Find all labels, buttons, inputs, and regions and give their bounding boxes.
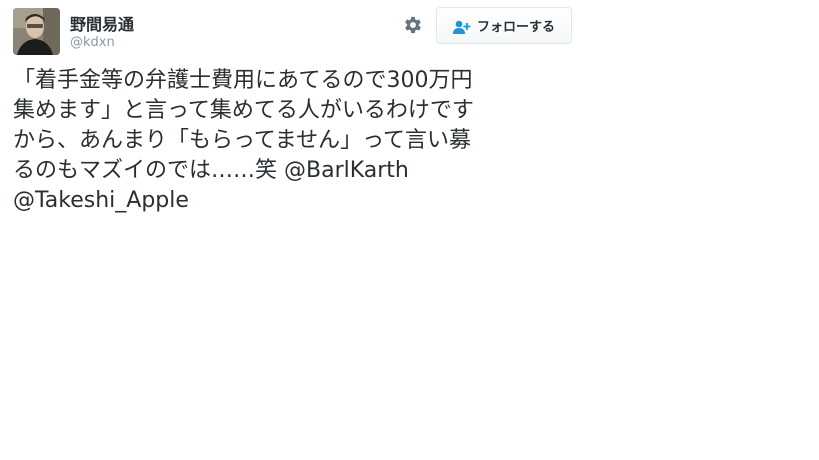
mention-link[interactable]: @BarlKarth xyxy=(284,158,409,183)
follow-button[interactable]: フォローする xyxy=(436,7,572,44)
mention-link[interactable]: @Takeshi_Apple xyxy=(13,188,189,213)
tweet-text-line: 集めます」と言って集めてる人がいるわけです xyxy=(13,98,474,123)
avatar[interactable] xyxy=(13,8,60,55)
gear-icon[interactable] xyxy=(402,14,424,36)
screen-name[interactable]: @kdxn xyxy=(70,35,115,50)
tweet-text-line: 「着手金等の弁護士費用にあてるので300万円 xyxy=(13,68,473,93)
display-name[interactable]: 野間易通 xyxy=(70,11,134,35)
tweet-card: 野間易通 @kdxn フォローする 「着手金等の弁護士費用にあてるので300万円… xyxy=(0,0,590,460)
follow-button-label: フォローする xyxy=(476,20,555,35)
tweet-text-line: るのもマズイのでは……笑 @BarlKarth xyxy=(13,156,573,186)
user-avatar-photo xyxy=(13,8,60,55)
add-user-icon xyxy=(452,19,471,34)
tweet-text-line: @Takeshi_Apple xyxy=(13,186,573,216)
tweet-text-line: から、あんまり「もらってません」って言い募 xyxy=(13,128,472,153)
tweet-text-segment: るのもマズイのでは……笑 xyxy=(13,158,284,183)
tweet-text: 「着手金等の弁護士費用にあてるので300万円 集めます」と言って集めてる人がいる… xyxy=(13,66,573,216)
